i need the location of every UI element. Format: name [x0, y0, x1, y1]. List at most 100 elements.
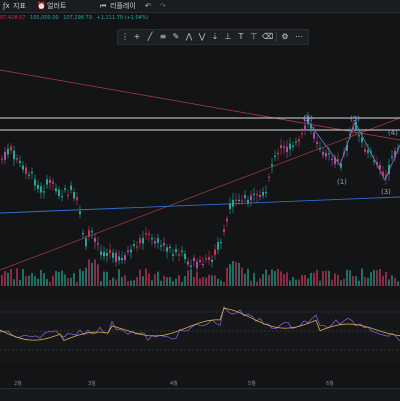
candle-body [73, 191, 75, 199]
volume-bar [130, 280, 132, 286]
candle-body [151, 238, 153, 240]
volume-bar [361, 268, 363, 286]
trendline-icon[interactable]: ╱ [145, 32, 155, 42]
volume-bar [100, 280, 102, 286]
volume-bar [253, 272, 255, 286]
drawing-toolbar: ⋮ + ╱ ≡ ✎ ⋀ ⋁ ⇣ ⊥ T ⊤ ⌫ ⚙ ⋯ [117, 29, 309, 45]
candle-body [232, 199, 234, 207]
candle-body [256, 194, 258, 196]
volume-bar [370, 272, 372, 286]
candle-body [88, 230, 90, 237]
volume-bar [82, 270, 84, 286]
brush-icon[interactable]: ✎ [171, 32, 181, 42]
volume-bar [304, 274, 306, 286]
candle-body [10, 146, 12, 151]
volume-bar [394, 277, 396, 286]
volume-bar [211, 275, 213, 286]
wave-label-top-1[interactable]: (1) [303, 115, 313, 123]
pattern-icon[interactable]: ⋀ [184, 32, 194, 42]
volume-bar [136, 277, 138, 286]
volume-bar [40, 269, 42, 286]
cursor-icon[interactable]: + [132, 32, 142, 42]
volume-bar [7, 272, 9, 286]
volume-bar [52, 275, 54, 286]
volume-bar [349, 270, 351, 286]
wave-label-top-4[interactable]: (4) [388, 129, 398, 137]
volume-bar [127, 281, 129, 286]
wave-icon[interactable]: ⋁ [197, 32, 207, 42]
x-axis-label: 5월 [248, 381, 256, 387]
volume-bar [229, 264, 231, 286]
eraser-icon[interactable]: ⌫ [262, 32, 273, 42]
wave-label-bottom-1[interactable]: (1) [337, 178, 347, 186]
candle-body [301, 133, 303, 135]
candle-body [292, 145, 294, 148]
candle-body [181, 250, 183, 252]
volume-bar [391, 275, 393, 286]
candle-body [79, 211, 81, 215]
settings-icon[interactable]: ⚙ [280, 32, 290, 42]
volume-bar [208, 274, 210, 286]
text-icon[interactable]: T [236, 32, 246, 42]
volume-bar [388, 279, 390, 286]
drag-handle-icon[interactable]: ⋮ [120, 32, 130, 42]
candle-body [238, 199, 240, 202]
volume-bar [343, 278, 345, 286]
volume-bar [202, 277, 204, 286]
volume-bar [310, 272, 312, 286]
measure-icon[interactable]: ⊥ [223, 32, 233, 42]
wave-label-bottom-3[interactable]: (3) [381, 188, 391, 196]
volume-bar [4, 271, 6, 286]
candle-body [37, 185, 39, 189]
bottom-bar [0, 388, 400, 401]
volume-bar [235, 261, 237, 286]
candle-body [7, 148, 9, 155]
volume-bar [79, 268, 81, 286]
volume-bar [385, 271, 387, 286]
candle-body [325, 152, 327, 157]
volume-bar [55, 270, 57, 286]
candle-body [328, 153, 330, 155]
volume-bar [34, 275, 36, 286]
x-axis-label: 2월 [14, 381, 22, 387]
candle-body [262, 191, 264, 196]
candle-body [196, 261, 198, 269]
candles [1, 111, 399, 275]
volume-bar [19, 279, 21, 286]
volume-bar [145, 268, 147, 286]
support-line[interactable] [0, 196, 400, 214]
candle-body [268, 176, 270, 178]
volume-bar [160, 280, 162, 286]
candle-body [133, 244, 135, 247]
volume-bar [169, 277, 171, 286]
fib-icon[interactable]: ≡ [158, 32, 168, 42]
candle-body [247, 199, 249, 204]
candle-body [22, 165, 24, 170]
candle-body [364, 149, 366, 152]
volume-bar [22, 269, 24, 286]
anchor-icon[interactable]: ⊤ [249, 32, 259, 42]
volume-bar [43, 273, 45, 286]
volume-bar [67, 278, 69, 286]
candle-body [253, 193, 255, 195]
price-chart[interactable]: (1) (3) (4) (1) (3) [0, 0, 400, 400]
volume-bar [364, 277, 366, 286]
volume-bar [301, 274, 303, 286]
volume-bar [199, 278, 201, 286]
volume-bar [28, 275, 30, 286]
more-icon[interactable]: ⋯ [294, 32, 304, 42]
volume-bar [346, 269, 348, 286]
wave-label-top-3[interactable]: (3) [350, 115, 360, 123]
candle-body [145, 233, 147, 235]
volume-bar [268, 274, 270, 286]
volume-bar [103, 271, 105, 286]
volume-bar [175, 278, 177, 286]
candle-body [316, 142, 318, 145]
volume-bar [367, 277, 369, 286]
projection-icon[interactable]: ⇣ [210, 32, 220, 42]
volume-bar [70, 277, 72, 286]
candle-body [139, 238, 141, 244]
candle-body [1, 158, 3, 161]
candle-body [172, 254, 174, 256]
candle-body [157, 238, 159, 243]
